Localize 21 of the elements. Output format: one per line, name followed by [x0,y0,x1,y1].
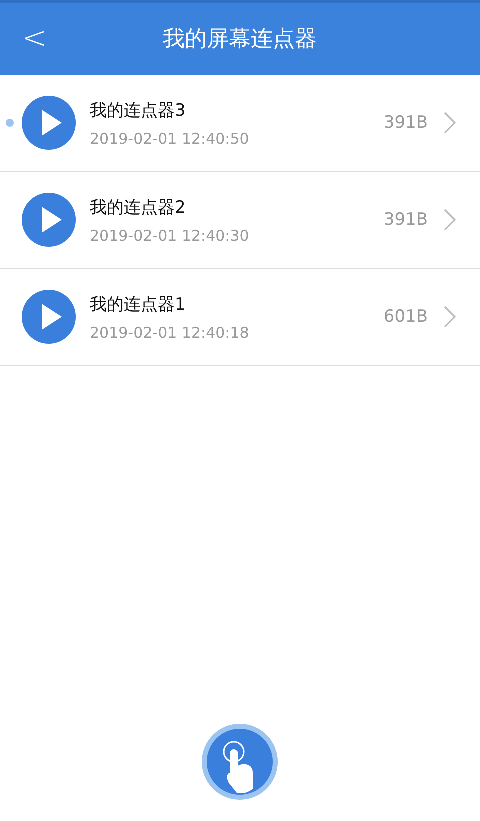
item-time: 2019-02-01 12:40:18 [90,324,250,342]
screen-title: 我的屏幕连点器 [163,26,317,54]
recording-item[interactable]: 我的连点器3 2019-02-01 12:40:50 391B [0,75,480,172]
chevron-icon [444,112,456,134]
recording-item[interactable]: 我的连点器1 2019-02-01 12:40:18 601B [0,269,480,366]
back-button[interactable]: < [14,17,56,60]
item-size: 391B [384,210,428,230]
chevron-icon [444,306,456,328]
item-time: 2019-02-01 12:40:30 [90,226,250,244]
item-name: 我的连点器1 [90,294,187,316]
item-size: 601B [384,307,428,327]
play-icon[interactable] [22,193,76,247]
tap-button[interactable] [201,723,279,801]
item-name: 我的连点器3 [90,100,187,122]
item-size: 391B [384,113,428,133]
play-icon[interactable] [22,290,76,344]
play-icon[interactable] [22,96,76,150]
item-time: 2019-02-01 12:40:50 [90,130,250,148]
chevron-icon [444,209,456,231]
item-name: 我的连点器2 [90,196,187,218]
recording-item[interactable]: 我的连点器2 2019-02-01 12:40:30 391B [0,172,480,269]
